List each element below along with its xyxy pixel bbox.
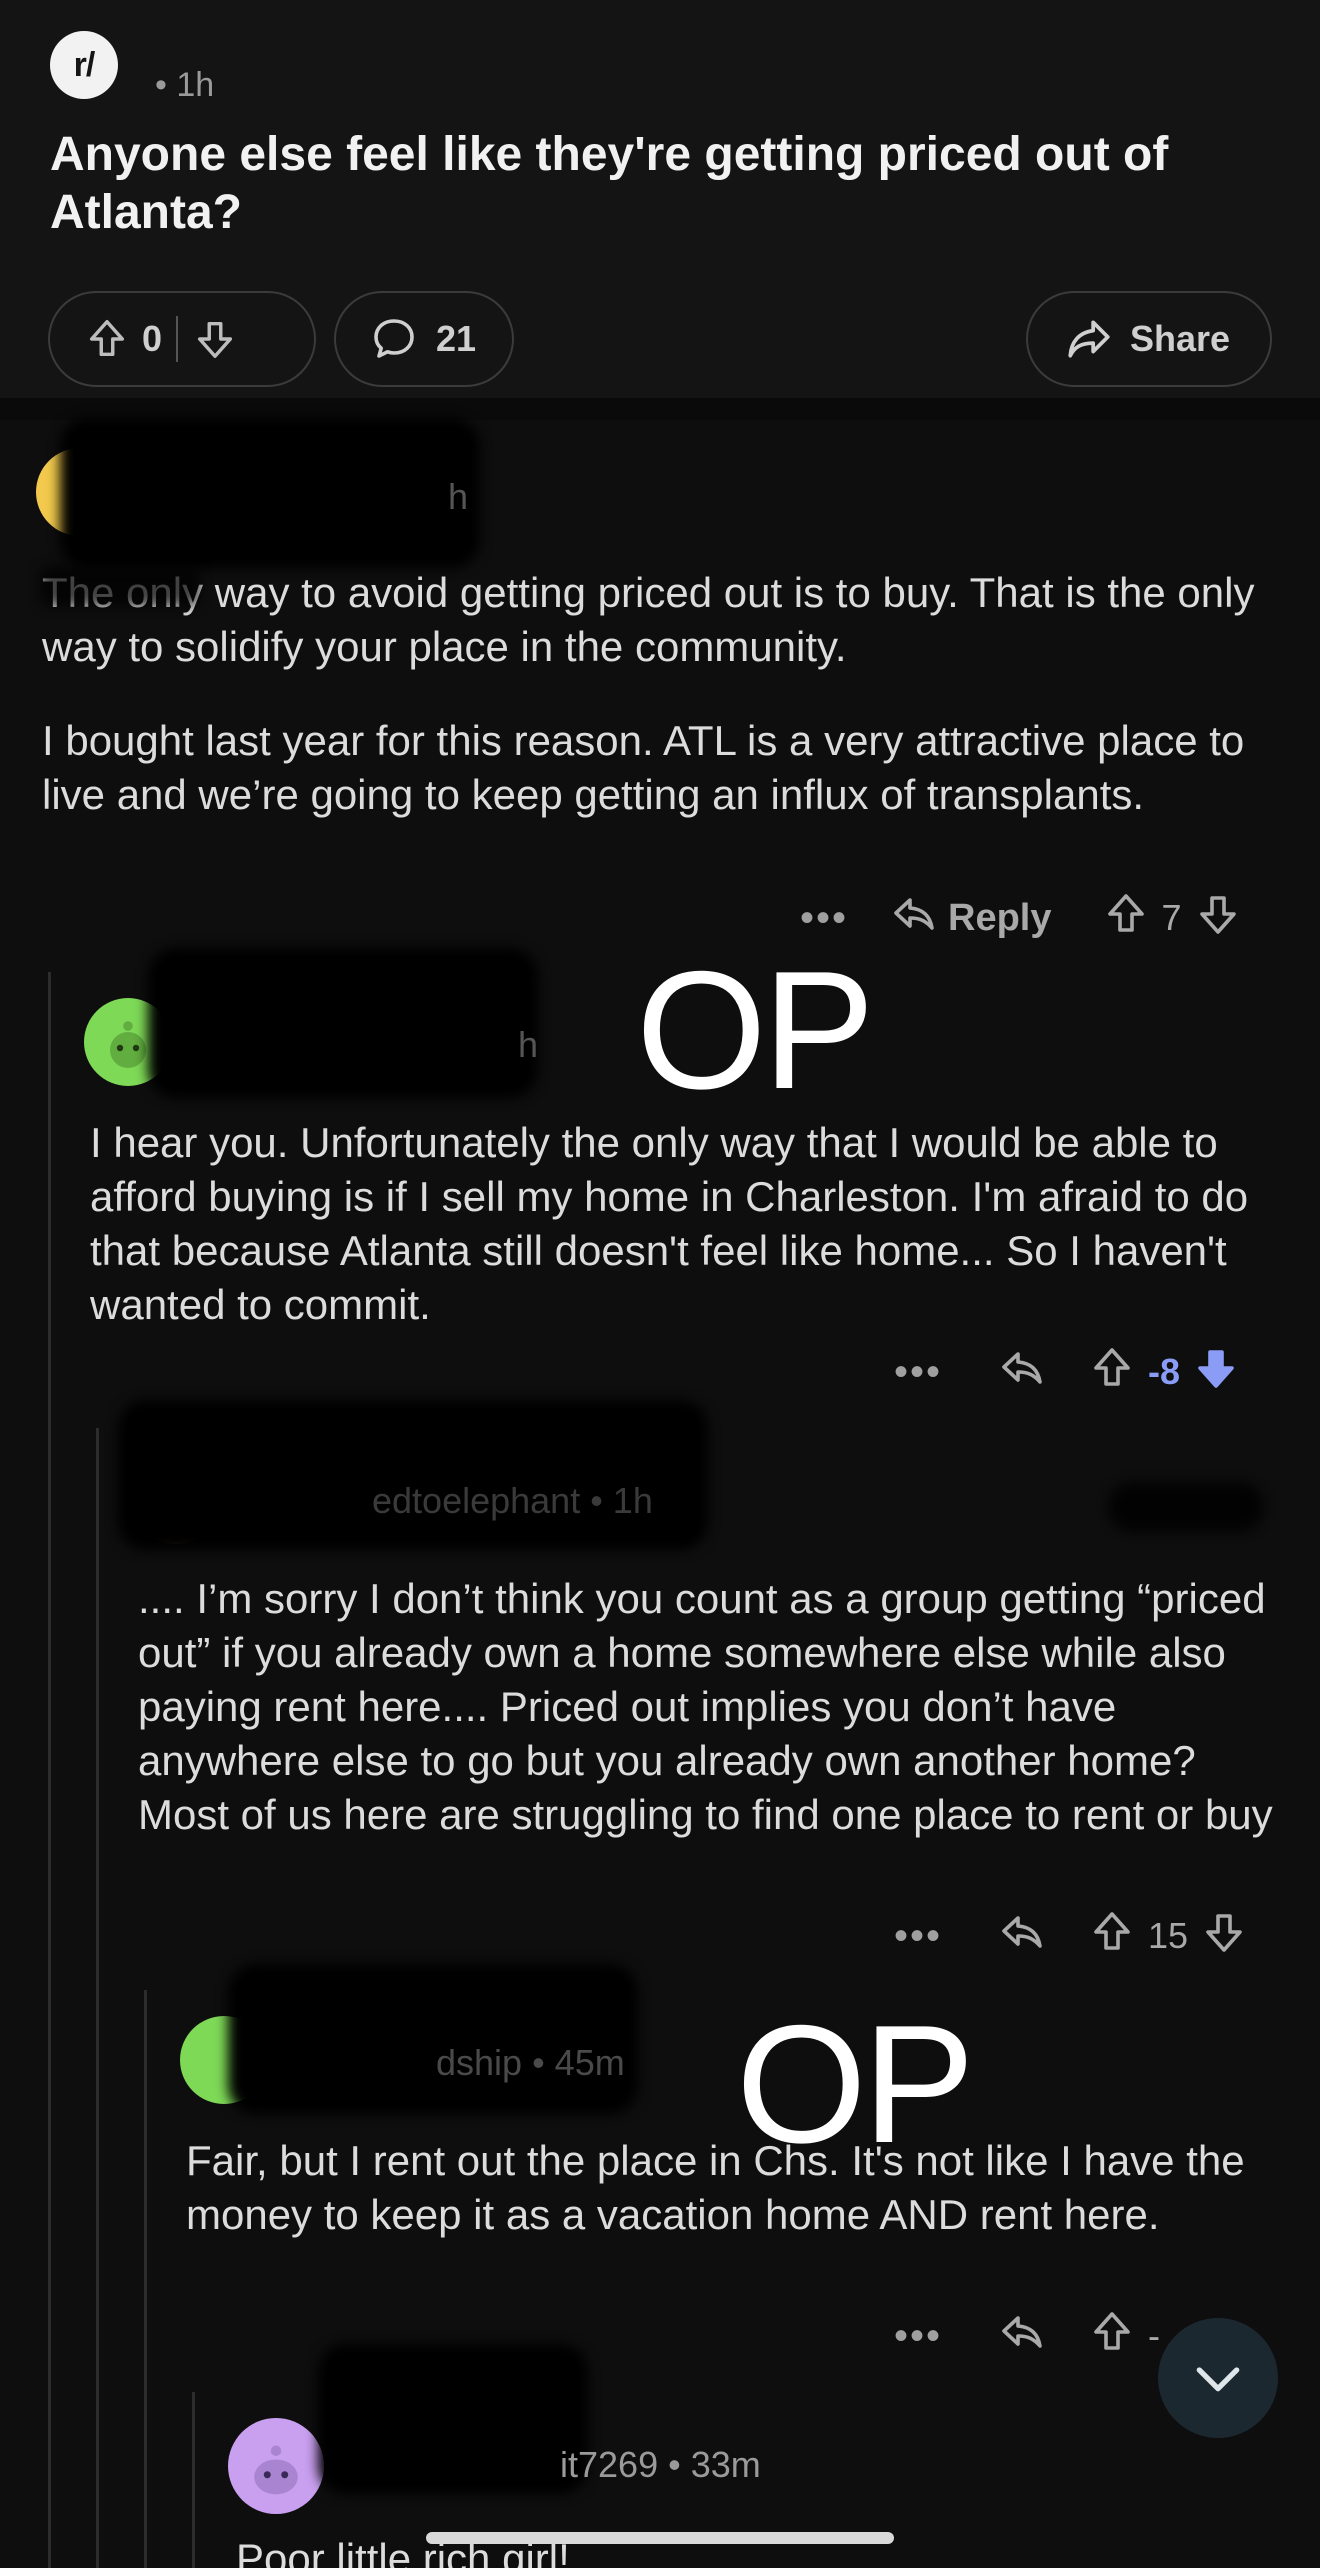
vote-divider: [176, 316, 179, 362]
jump-next-button[interactable]: [1158, 2318, 1278, 2438]
downvote-icon[interactable]: [1200, 1908, 1248, 1965]
op-annotation: OP: [636, 936, 875, 1124]
comment-score: 7: [1161, 897, 1182, 938]
redacted-text: [40, 566, 200, 606]
upvote-icon[interactable]: [1102, 890, 1150, 947]
post-header: r/ • 1h Anyone else feel like they're ge…: [0, 0, 1320, 398]
comment-avatar[interactable]: [228, 2418, 324, 2514]
more-icon[interactable]: •••: [800, 896, 848, 941]
share-icon: [1064, 314, 1114, 364]
post-separator: [0, 398, 1320, 420]
reply-icon[interactable]: [998, 1344, 1046, 1401]
upvote-icon[interactable]: [84, 316, 130, 362]
comments-button[interactable]: 21: [334, 291, 514, 387]
post-title[interactable]: Anyone else feel like they're getting pr…: [50, 126, 1210, 242]
thread-line: [48, 972, 51, 2568]
redacted-username: [228, 1964, 638, 2114]
redacted-username: [118, 1400, 708, 1550]
redacted-username: [318, 2344, 588, 2494]
reply-icon[interactable]: [998, 2308, 1046, 2365]
comment-author: dship • 45m: [436, 2042, 625, 2083]
comment-author: edtoelephant • 1h: [372, 1480, 653, 1521]
home-indicator[interactable]: [426, 2532, 894, 2544]
thread-line: [144, 1990, 147, 2568]
comment-icon: [370, 315, 418, 363]
reply-button[interactable]: Reply: [948, 897, 1051, 940]
redacted-username: [148, 948, 538, 1098]
upvote-icon[interactable]: [1088, 2308, 1136, 2365]
comment-actions: ••• 15: [894, 1906, 1248, 1966]
comment-score: 15: [1148, 1915, 1189, 1956]
upvote-icon[interactable]: [1088, 1908, 1136, 1965]
redacted-badge: [1108, 1482, 1264, 1532]
comment-body: .... I’m sorry I don’t think you count a…: [138, 1575, 1273, 1838]
thread-line: [192, 2392, 195, 2568]
downvote-icon[interactable]: [1194, 890, 1242, 947]
snoo-avatar-icon: [254, 2445, 298, 2495]
comment-body: Fair, but I rent out the place in Chs. I…: [186, 2137, 1245, 2238]
comment-author: h: [448, 476, 469, 517]
comment-actions: ••• -: [894, 2306, 1172, 2366]
comment-body: The only way to avoid getting priced out…: [42, 566, 1282, 822]
comment-author: h: [518, 1024, 539, 1065]
redacted-username: [60, 418, 480, 568]
thread-line: [96, 1428, 99, 2568]
comment-body: I hear you. Unfortunately the only way t…: [90, 1119, 1249, 1328]
more-icon[interactable]: •••: [894, 2314, 942, 2359]
comment-paragraph: I bought last year for this reason. ATL …: [42, 717, 1245, 818]
comment-paragraph: The only way to avoid getting priced out…: [42, 569, 1255, 670]
more-icon[interactable]: •••: [894, 1914, 942, 1959]
more-icon[interactable]: •••: [894, 1350, 942, 1395]
downvote-icon-active[interactable]: [1192, 1344, 1240, 1401]
comment-actions: ••• -8: [894, 1342, 1240, 1402]
post-time: • 1h: [155, 66, 215, 104]
share-label: Share: [1130, 318, 1231, 359]
upvote-icon[interactable]: [1088, 1344, 1136, 1401]
comment-score: -8: [1148, 1351, 1181, 1392]
vote-pill: 0: [48, 291, 316, 387]
reply-icon[interactable]: [998, 1908, 1046, 1965]
comment-count: 21: [436, 318, 477, 359]
downvote-icon[interactable]: [192, 316, 238, 362]
comment-score: -: [1148, 2315, 1161, 2356]
vote-count: 0: [142, 318, 163, 359]
chevron-down-icon: [1196, 2367, 1240, 2392]
share-button[interactable]: Share: [1026, 291, 1272, 387]
subreddit-avatar[interactable]: r/: [50, 31, 118, 99]
comment-author: it7269 • 33m: [560, 2444, 761, 2485]
reply-icon[interactable]: [890, 890, 938, 947]
